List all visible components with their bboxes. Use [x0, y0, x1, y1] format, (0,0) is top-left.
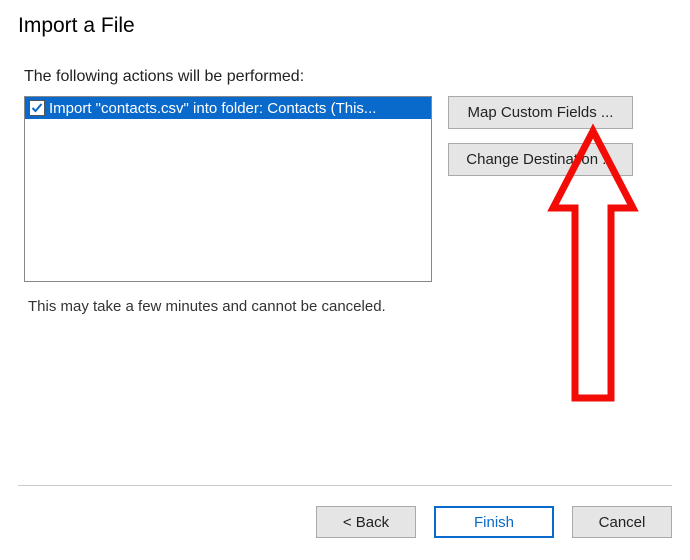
note-text: This may take a few minutes and cannot b…	[28, 298, 666, 315]
cancel-button[interactable]: Cancel	[572, 506, 672, 538]
actions-list[interactable]: Import "contacts.csv" into folder: Conta…	[24, 96, 432, 282]
map-custom-fields-button[interactable]: Map Custom Fields ...	[448, 96, 633, 129]
back-button[interactable]: < Back	[316, 506, 416, 538]
window-title: Import a File	[0, 0, 690, 50]
change-destination-button[interactable]: Change Destination ...	[448, 143, 633, 176]
list-item-label: Import "contacts.csv" into folder: Conta…	[49, 100, 376, 117]
finish-button[interactable]: Finish	[434, 506, 554, 538]
actions-label: The following actions will be performed:	[24, 68, 666, 86]
divider	[18, 485, 672, 486]
list-item[interactable]: Import "contacts.csv" into folder: Conta…	[25, 97, 431, 119]
checkbox-checked-icon[interactable]	[29, 100, 45, 116]
bottom-bar: < Back Finish Cancel	[316, 506, 672, 538]
content-area: The following actions will be performed:…	[0, 50, 690, 315]
